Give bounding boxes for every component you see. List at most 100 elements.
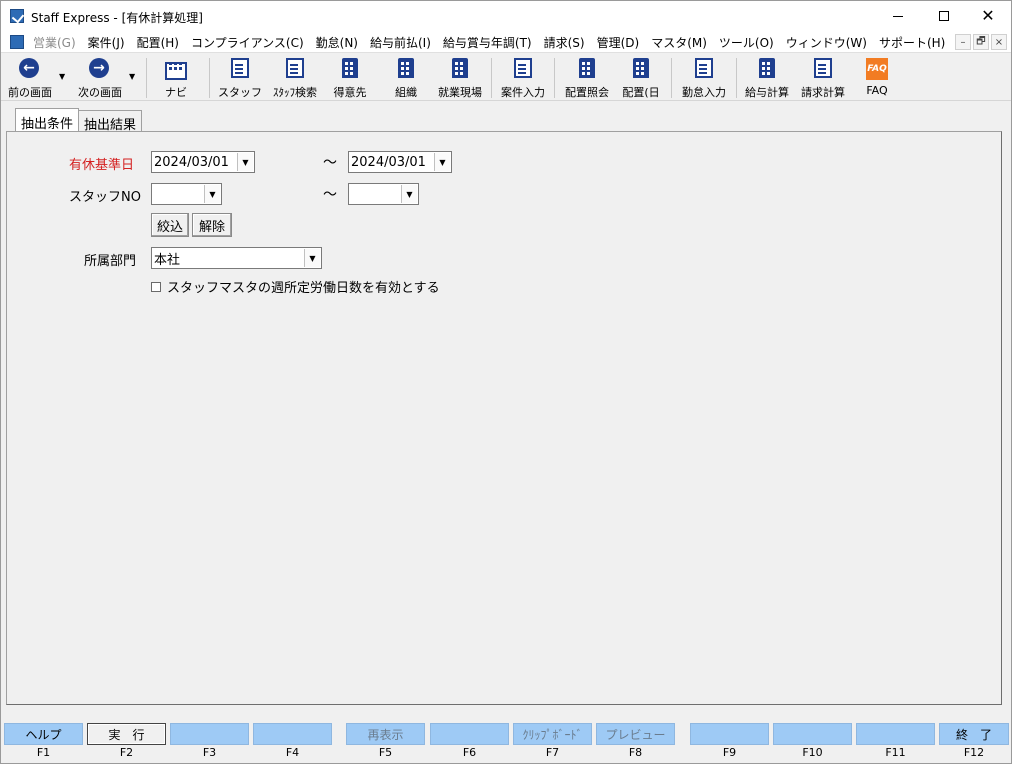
toolbar-divider [146, 58, 147, 98]
menu-attendance[interactable]: 勤怠(N) [316, 34, 358, 51]
toolbar-divider [671, 58, 672, 98]
menu-payroll-bonus[interactable]: 給与賞与年調(T) [443, 34, 532, 51]
close-button[interactable]: ✕ [965, 1, 1011, 31]
tab-extraction-results[interactable]: 抽出結果 [78, 110, 143, 133]
arrow-right-icon: → [89, 58, 109, 78]
customer-button[interactable]: 得意先 [327, 56, 373, 100]
assignment-day-button[interactable]: 配置(日 [617, 56, 665, 100]
staff-no-from[interactable]: ▼ [151, 183, 222, 205]
worksite-icon [452, 58, 468, 78]
f4-key-label: F4 [285, 746, 300, 759]
mdi-document-icon[interactable] [10, 35, 24, 49]
chevron-down-icon[interactable]: ▼ [204, 185, 220, 203]
maximize-button[interactable] [921, 1, 967, 31]
mdi-restore-button[interactable]: 🗗 [973, 34, 989, 50]
billing-button[interactable]: 請求計算 [795, 56, 851, 100]
f6-button[interactable] [430, 723, 509, 745]
f4-button[interactable] [253, 723, 332, 745]
f6-key-label: F6 [462, 746, 477, 759]
f5-key-label: F5 [378, 746, 393, 759]
f9-button[interactable] [690, 723, 769, 745]
f7-clipboard-button[interactable]: ｸﾘｯﾌﾟﾎﾞｰﾄﾞ [513, 723, 592, 745]
navi-icon [165, 62, 187, 80]
conditions-panel: 有休基準日 2024/03/01 ▼ ～ 2024/03/01 ▼ スタッフNO… [6, 131, 1002, 705]
title-bar: Staff Express - [有休計算処理] ✕ [1, 1, 1011, 31]
function-key-bar: ヘルプ F1 実 行 F2 F3 F4 再表示 F5 F6 ｸﾘｯﾌﾟﾎﾞｰﾄﾞ… [1, 721, 1011, 765]
f11-button[interactable] [856, 723, 935, 745]
department-select[interactable]: 本社 ▼ [151, 247, 322, 269]
app-logo-icon [10, 9, 24, 23]
f10-key-label: F10 [802, 746, 823, 759]
worksite-button[interactable]: 就業現場 [433, 56, 487, 100]
forward-history-chevron-down-icon[interactable]: ▼ [129, 72, 135, 81]
app-window: Staff Express - [有休計算処理] ✕ 営業(G) 案件(J) 配… [0, 0, 1012, 764]
menu-sales[interactable]: 営業(G) [33, 34, 76, 51]
back-history-chevron-down-icon[interactable]: ▼ [59, 72, 65, 81]
menu-tools[interactable]: ツール(O) [719, 34, 774, 51]
billing-icon [814, 58, 832, 78]
f2-key-label: F2 [119, 746, 134, 759]
back-button[interactable]: ← 前の画面 [5, 56, 55, 100]
case-entry-button[interactable]: 案件入力 [495, 56, 551, 100]
menu-case[interactable]: 案件(J) [88, 34, 125, 51]
f10-button[interactable] [773, 723, 852, 745]
mdi-minimize-button[interactable]: – [955, 34, 971, 50]
attendance-entry-button[interactable]: 勤怠入力 [675, 56, 733, 100]
toolbar-divider [209, 58, 210, 98]
leave-base-date-to[interactable]: 2024/03/01 ▼ [348, 151, 452, 173]
toolbar-divider [491, 58, 492, 98]
f7-key-label: F7 [545, 746, 560, 759]
organization-button[interactable]: 組織 [383, 56, 429, 100]
staff-button[interactable]: スタッフ [215, 56, 265, 100]
attendance-entry-icon [695, 58, 713, 78]
close-icon: ✕ [981, 6, 995, 25]
menu-bar: 営業(G) 案件(J) 配置(H) コンプライアンス(C) 勤怠(N) 給与前払… [1, 31, 1011, 53]
menu-assignment[interactable]: 配置(H) [137, 34, 179, 51]
mdi-controls: – 🗗 × [955, 34, 1007, 50]
staff-no-label: スタッフNO [69, 190, 141, 205]
f9-key-label: F9 [722, 746, 737, 759]
chevron-down-icon[interactable]: ▼ [304, 249, 320, 267]
f1-help-button[interactable]: ヘルプ [4, 723, 83, 745]
menu-master[interactable]: マスタ(M) [651, 34, 707, 51]
chevron-down-icon[interactable]: ▼ [401, 185, 417, 203]
navi-button[interactable]: ナビ [153, 56, 199, 100]
tab-extraction-conditions[interactable]: 抽出条件 [15, 108, 80, 132]
payroll-button[interactable]: 給与計算 [739, 56, 795, 100]
clear-button[interactable]: 解除 [192, 213, 232, 237]
arrow-left-icon: ← [19, 58, 39, 78]
weekly-days-option[interactable]: スタッフマスタの週所定労働日数を有効とする [151, 277, 440, 296]
f11-key-label: F11 [885, 746, 906, 759]
menu-management[interactable]: 管理(D) [597, 34, 640, 51]
range-separator: ～ [323, 155, 337, 171]
f2-execute-button[interactable]: 実 行 [87, 723, 166, 745]
menu-billing[interactable]: 請求(S) [544, 34, 585, 51]
faq-button[interactable]: FAQ FAQ [857, 56, 897, 100]
department-label: 所属部門 [84, 254, 137, 269]
minimize-button[interactable] [875, 1, 921, 31]
staff-no-to[interactable]: ▼ [348, 183, 419, 205]
weekly-days-checkbox-label: スタッフマスタの週所定労働日数を有効とする [167, 281, 440, 296]
weekly-days-checkbox[interactable] [151, 281, 161, 292]
assignment-day-icon [633, 58, 649, 78]
f8-preview-button[interactable]: プレビュー [596, 723, 675, 745]
assignment-inquiry-icon [579, 58, 595, 78]
faq-icon: FAQ [866, 58, 888, 80]
menu-advance-pay[interactable]: 給与前払(I) [370, 34, 431, 51]
forward-button[interactable]: → 次の画面 [73, 56, 127, 100]
f3-button[interactable] [170, 723, 249, 745]
mdi-close-button[interactable]: × [991, 34, 1007, 50]
filter-button[interactable]: 絞込 [151, 213, 189, 237]
f5-refresh-button[interactable]: 再表示 [346, 723, 425, 745]
menu-window[interactable]: ウィンドウ(W) [786, 34, 867, 51]
toolbar: ← 前の画面 ▼ → 次の画面 ▼ ナビ スタッフ ｽﾀｯﾌ検索 得意先 組織 … [1, 54, 1011, 101]
f12-exit-button[interactable]: 終 了 [939, 723, 1009, 745]
leave-base-date-from[interactable]: 2024/03/01 ▼ [151, 151, 255, 173]
menu-compliance[interactable]: コンプライアンス(C) [191, 34, 304, 51]
chevron-down-icon[interactable]: ▼ [237, 153, 253, 171]
chevron-down-icon[interactable]: ▼ [434, 153, 450, 171]
assignment-inquiry-button[interactable]: 配置照会 [559, 56, 615, 100]
leave-base-date-label: 有休基準日 [69, 158, 135, 173]
menu-support[interactable]: サポート(H) [879, 34, 945, 51]
staff-search-button[interactable]: ｽﾀｯﾌ検索 [267, 56, 323, 100]
